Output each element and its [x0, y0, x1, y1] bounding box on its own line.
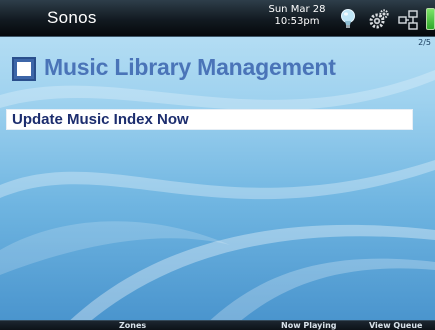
sonos-screen: Sonos Sun Mar 28 10:53pm 2/5 Music Libra…: [0, 0, 435, 330]
clock-time: 10:53pm: [274, 16, 320, 27]
menu-item-update-index[interactable]: Update Music Index Now: [6, 109, 413, 130]
page-indicator: 2/5: [418, 38, 431, 47]
status-bar: Sonos Sun Mar 28 10:53pm: [0, 0, 435, 37]
clock: Sun Mar 28 10:53pm: [262, 4, 332, 28]
menu-item-label: Update Music Index Now: [12, 111, 189, 128]
brand-label: Sonos: [47, 8, 97, 27]
softkey-zones[interactable]: Zones: [119, 321, 146, 330]
network-icon[interactable]: [398, 10, 424, 30]
gear-icon[interactable]: [368, 8, 390, 30]
softkey-view-queue[interactable]: View Queue: [369, 321, 422, 330]
lightbulb-icon[interactable]: [339, 8, 357, 30]
clock-date: Sun Mar 28: [268, 4, 326, 15]
softkey-bar: Zones Now Playing View Queue: [0, 320, 435, 330]
checkbox-icon: [12, 57, 36, 81]
background-wave-art: [0, 70, 435, 330]
softkey-now-playing[interactable]: Now Playing: [281, 321, 337, 330]
page-title: Music Library Management: [44, 54, 336, 80]
battery-icon: [426, 8, 435, 30]
